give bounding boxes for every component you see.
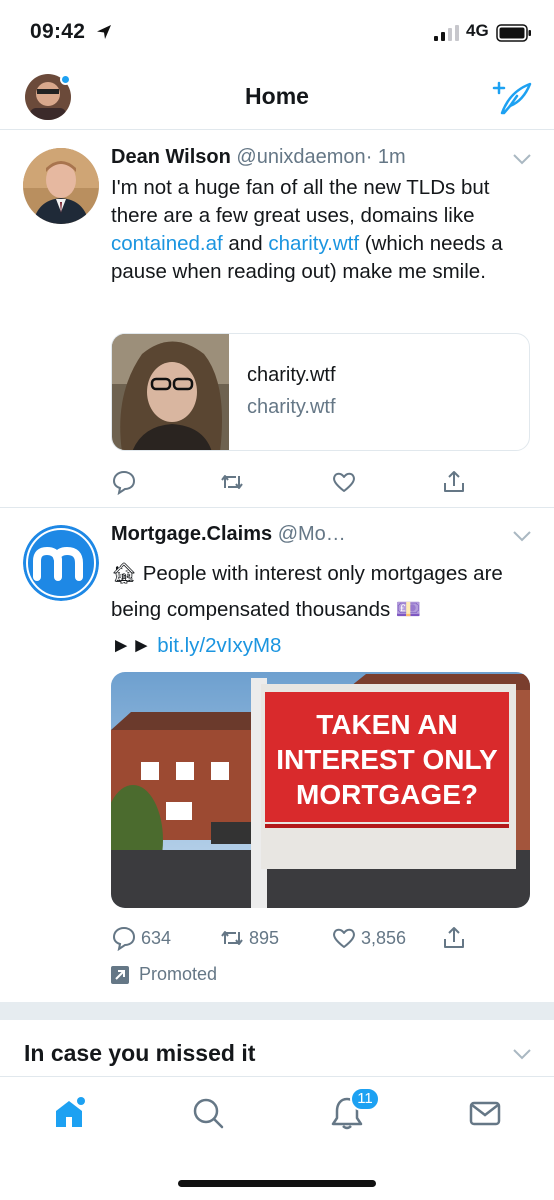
messages-mail-icon[interactable] xyxy=(467,1095,503,1131)
tweet-author-avatar[interactable] xyxy=(23,525,99,601)
tweet-media-image[interactable]: TAKEN AN INTEREST ONLY MORTGAGE? xyxy=(111,672,530,908)
home-icon[interactable] xyxy=(51,1095,87,1131)
tweet-actions xyxy=(111,467,531,497)
status-bar: 09:42 4G xyxy=(0,0,554,66)
bottom-tab-bar: 11 xyxy=(0,1077,554,1200)
tweet-text: I'm not a huge fan of all the new TLDs b… xyxy=(111,174,531,286)
share-button[interactable] xyxy=(441,923,467,953)
share-button[interactable] xyxy=(441,467,467,497)
battery-icon xyxy=(496,24,531,42)
in-case-you-missed-it-header[interactable]: In case you missed it xyxy=(0,1020,554,1077)
tweet-text-part: ►► xyxy=(111,634,158,657)
compose-tweet-icon[interactable] xyxy=(490,80,532,116)
section-title: In case you missed it xyxy=(24,1040,256,1066)
retweet-icon xyxy=(221,931,243,945)
tweet-text-part: 🏚 People with interest only mortgages ar… xyxy=(111,562,503,621)
signal-strength-icon xyxy=(434,25,459,41)
author-name[interactable]: Mortgage.Claims xyxy=(111,523,272,545)
link-card-url: charity.wtf xyxy=(247,396,336,418)
section-divider xyxy=(0,1002,554,1020)
tweet-actions: 634 895 3,856 xyxy=(111,923,531,953)
location-arrow-icon xyxy=(97,25,111,39)
tweet-byline: Mortgage.Claims @Mo… xyxy=(111,523,346,546)
media-sign-line: MORTGAGE? xyxy=(296,779,478,810)
link-card-title: charity.wtf xyxy=(247,364,336,386)
status-time: 09:42 xyxy=(30,20,86,43)
chevron-down-icon[interactable] xyxy=(512,530,532,542)
heart-icon xyxy=(333,472,355,492)
tweet-author-avatar[interactable] xyxy=(23,148,99,224)
page-title: Home xyxy=(245,83,309,109)
share-icon xyxy=(444,927,464,948)
home-indicator[interactable] xyxy=(178,1180,376,1187)
tweet-text: 🏚 People with interest only mortgages ar… xyxy=(111,556,531,664)
reply-button[interactable]: 634 xyxy=(111,923,171,953)
link-preview-card[interactable]: charity.wtf charity.wtf xyxy=(111,333,530,451)
tweet-text-part: and xyxy=(222,232,269,255)
tweet-link-bitly[interactable]: bit.ly/2vIxyM8 xyxy=(157,634,281,657)
promoted-text: Promoted xyxy=(139,964,218,984)
promoted-label[interactable]: Promoted xyxy=(111,964,217,985)
search-icon[interactable] xyxy=(190,1095,226,1131)
author-name[interactable]: Dean Wilson xyxy=(111,146,231,168)
tweet-text-part: I'm not a huge fan of all the new TLDs b… xyxy=(111,176,490,227)
tweet-timestamp: · 1m xyxy=(365,146,406,168)
chevron-down-icon[interactable] xyxy=(512,153,532,165)
media-sign-line: TAKEN AN xyxy=(316,709,458,740)
notifications-badge: 11 xyxy=(350,1087,380,1111)
media-sign-line: INTEREST ONLY xyxy=(276,744,498,775)
like-count: 3,856 xyxy=(361,927,407,948)
reply-icon xyxy=(112,926,136,951)
top-nav-bar: Home xyxy=(0,66,554,130)
tweet-link-charity[interactable]: charity.wtf xyxy=(268,232,359,255)
reply-button[interactable] xyxy=(111,467,137,497)
author-handle[interactable]: @unixdaemon xyxy=(236,146,365,168)
retweet-button[interactable] xyxy=(219,467,245,497)
retweet-count: 895 xyxy=(249,927,280,948)
share-icon xyxy=(444,471,464,492)
retweet-icon xyxy=(221,475,243,489)
like-button[interactable] xyxy=(331,467,357,497)
network-type: 4G xyxy=(466,21,489,40)
heart-icon xyxy=(333,928,355,948)
chevron-down-icon[interactable] xyxy=(512,1048,532,1060)
tweet[interactable]: Mortgage.Claims @Mo… 🏚 People with inter… xyxy=(0,508,554,1002)
retweet-button[interactable]: 895 xyxy=(219,923,279,953)
tweet-link-contained[interactable]: contained.af xyxy=(111,232,223,255)
author-handle[interactable]: @Mo… xyxy=(278,523,346,545)
reply-count: 634 xyxy=(141,927,172,948)
promoted-icon xyxy=(111,965,129,984)
like-button[interactable]: 3,856 xyxy=(331,923,406,953)
reply-icon xyxy=(112,470,136,495)
tweet[interactable]: Dean Wilson @unixdaemon· 1m I'm not a hu… xyxy=(0,131,554,508)
link-card-thumbnail xyxy=(112,334,229,450)
tweet-byline: Dean Wilson @unixdaemon· 1m xyxy=(111,146,406,169)
